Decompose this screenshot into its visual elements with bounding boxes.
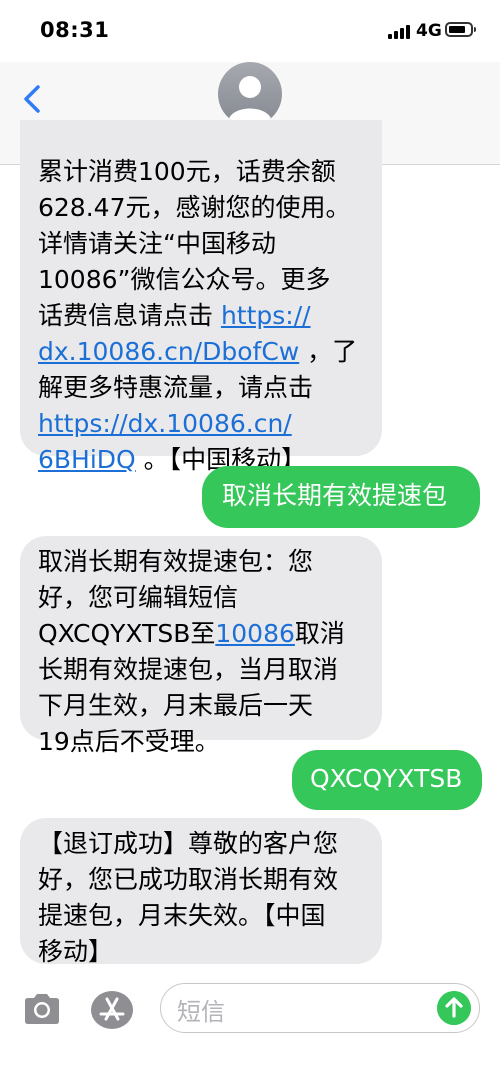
outgoing-message: 取消长期有效提速包	[202, 466, 480, 528]
message-line: 长期有效提速包，当月取消	[38, 655, 339, 684]
message-line: 好，您已成功取消长期有效	[38, 865, 339, 894]
message-line: 628.47元，感谢您的使用。	[38, 193, 351, 222]
message-link[interactable]: dx.10086.cn/DbofCw	[38, 337, 299, 366]
message-link[interactable]: https://dx.10086.cn/	[38, 409, 292, 438]
phone-link[interactable]: 10086	[215, 619, 295, 648]
send-arrow-icon[interactable]	[437, 991, 471, 1025]
outgoing-message: QXCQYXTSB	[292, 750, 482, 810]
app-store-icon[interactable]	[90, 990, 134, 1030]
incoming-message: 累计消费100元，话费余额 628.47元，感谢您的使用。 详情请关注“中国移动…	[20, 120, 382, 474]
message-link[interactable]: https://	[221, 301, 311, 330]
message-line: https://dx.10086.cn/	[38, 406, 364, 442]
back-chevron-icon[interactable]	[18, 84, 48, 114]
message-line: 取消长期有效提速包：您	[38, 547, 314, 576]
status-bar: 08:31 4G	[0, 0, 500, 62]
message-line: 话费信息请点击 https://	[38, 301, 311, 330]
incoming-message: 【退订成功】尊敬的客户您 好，您已成功取消长期有效 提速包，月末失效。【中国 移…	[20, 818, 382, 966]
message-line: 解更多特惠流量，请点击	[38, 373, 314, 402]
message-line: 详情请关注“中国移动	[38, 229, 276, 258]
message-text: QXCQYXTSB	[310, 764, 463, 793]
message-line: 好，您可编辑短信	[38, 583, 239, 612]
message-line: 移动】	[38, 937, 114, 966]
message-input-placeholder: 短信	[177, 998, 225, 1026]
contact-avatar-icon[interactable]	[218, 62, 282, 126]
message-link[interactable]: 6BHiDQ	[38, 445, 136, 474]
message-line: 10086”微信公众号。更多	[38, 265, 331, 294]
message-line: dx.10086.cn/DbofCw ，了	[38, 337, 358, 366]
status-time: 08:31	[40, 18, 110, 42]
network-label: 4G	[416, 21, 442, 41]
message-line: 下月生效，月末最后一天	[38, 691, 314, 720]
camera-icon[interactable]	[22, 992, 62, 1026]
message-line: QXCQYXTSB至10086取消	[38, 619, 345, 648]
signal-icon	[388, 25, 410, 39]
message-line: 累计消费100元，话费余额	[38, 157, 336, 186]
message-line: 提速包，月末失效。【中国	[38, 901, 326, 930]
message-text: 取消长期有效提速包	[222, 481, 448, 510]
message-input[interactable]: 短信	[160, 983, 480, 1033]
composer-bar: 短信	[0, 972, 500, 1082]
incoming-message: 取消长期有效提速包：您 好，您可编辑短信 QXCQYXTSB至10086取消 长…	[20, 536, 382, 756]
battery-icon	[445, 22, 476, 37]
message-line: 【退订成功】尊敬的客户您	[38, 829, 339, 858]
